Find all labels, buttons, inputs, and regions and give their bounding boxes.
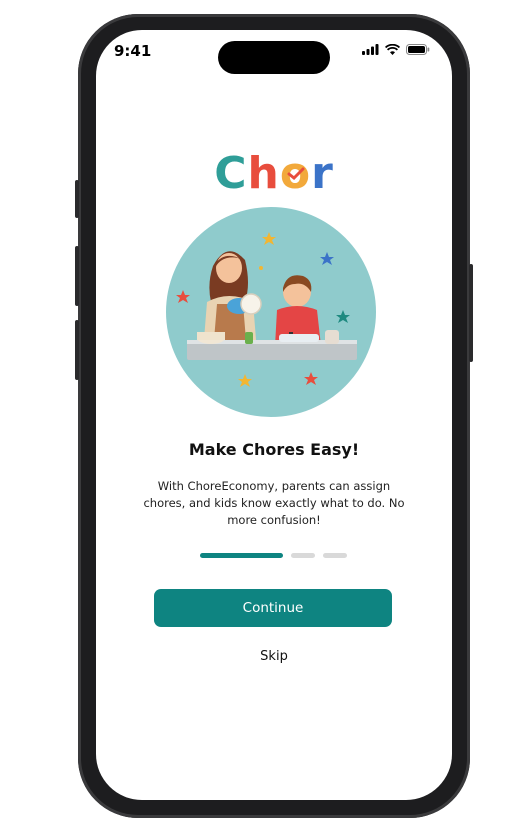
status-icons — [362, 44, 430, 55]
power-button — [469, 264, 473, 362]
logo-letter-r: r — [311, 148, 334, 199]
page-indicator-step-1 — [200, 553, 283, 558]
onboarding-title: Make Chores Easy! — [188, 440, 360, 459]
onboarding-illustration — [166, 207, 376, 417]
volume-up-button — [75, 246, 79, 306]
page-indicator-step-2 — [291, 553, 315, 558]
page-indicator-step-3 — [323, 553, 347, 558]
wifi-icon — [385, 44, 400, 55]
logo-letter-h: h — [247, 148, 280, 199]
mute-switch — [75, 180, 79, 218]
logo-letter-o: o — [279, 148, 312, 199]
status-time: 9:41 — [114, 42, 152, 60]
logo-letter-c: C — [214, 148, 248, 199]
skip-button[interactable]: Skip — [96, 649, 452, 664]
app-screen: 9:41 Cho r Make Chores Easy! With ChoreE… — [96, 30, 452, 800]
volume-down-button — [75, 320, 79, 380]
battery-icon — [406, 44, 430, 55]
onboarding-description: With ChoreEconomy, parents can assign ch… — [143, 479, 405, 527]
signal-icon — [362, 44, 379, 55]
checkmark-icon — [287, 167, 305, 181]
dynamic-island — [218, 41, 330, 74]
page-indicator — [200, 553, 347, 558]
app-logo: Cho r — [96, 148, 452, 199]
continue-button[interactable]: Continue — [154, 589, 392, 627]
